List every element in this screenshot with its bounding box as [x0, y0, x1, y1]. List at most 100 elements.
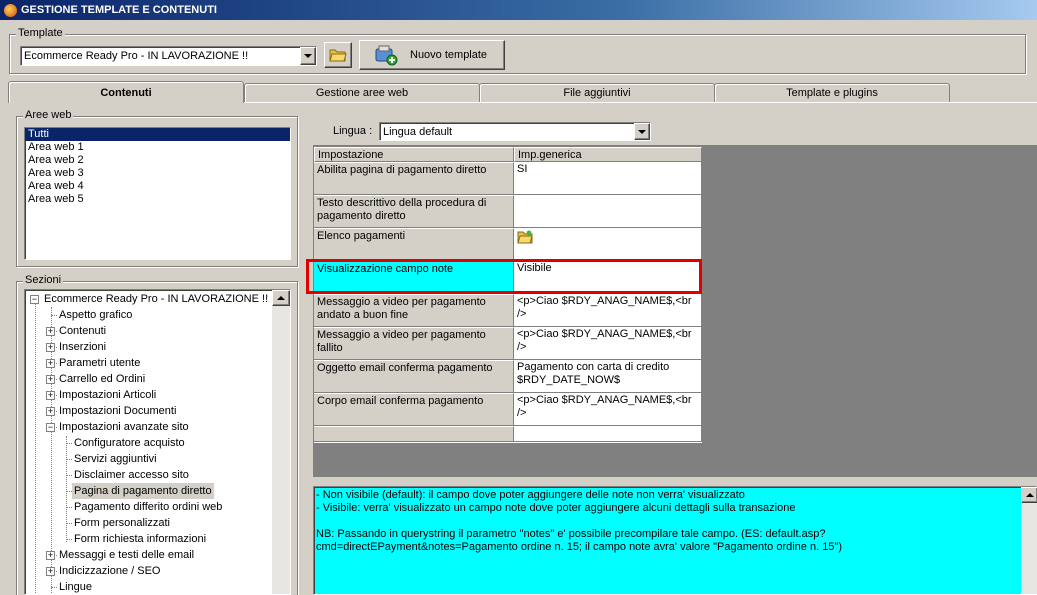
tree-expand-icon[interactable]: + — [46, 391, 55, 400]
settings-grid-area: Impostazione Imp.generica Abilita pagina… — [306, 145, 1037, 477]
grid-value-cell[interactable]: SI — [514, 162, 702, 195]
window-title: GESTIONE TEMPLATE E CONTENUTI — [21, 4, 217, 16]
list-item[interactable]: Area web 5 — [25, 193, 290, 206]
aree-web-list[interactable]: Tutti Area web 1 Area web 2 Area web 3 A… — [24, 127, 291, 260]
grid-value-text: <p>Ciao $RDY_ANAG_NAME$,<br /> — [517, 394, 692, 419]
tree-item-label: Contenuti — [59, 325, 107, 337]
tab-contenuti[interactable]: Contenuti — [8, 81, 244, 103]
tree-item[interactable]: Pagina di pagamento diretto — [25, 483, 270, 499]
tree-item[interactable]: + Impostazioni Documenti — [25, 403, 270, 419]
list-item[interactable]: Area web 4 — [25, 180, 290, 193]
tree-expand-icon[interactable]: + — [46, 407, 55, 416]
sezioni-tree[interactable]: − Ecommerce Ready Pro - IN LAVORAZIONE !… — [24, 289, 291, 595]
grid-value-text: Pagamento con carta di credito $RDY_DATE… — [517, 361, 670, 386]
app-logo-icon — [4, 3, 17, 17]
tree-root[interactable]: − Ecommerce Ready Pro - IN LAVORAZIONE !… — [25, 291, 275, 307]
new-template-button[interactable]: Nuovo template — [359, 40, 505, 70]
grid-key-cell: Testo descrittivo della procedura di pag… — [314, 195, 514, 228]
grid-value-text: SI — [517, 163, 528, 175]
tree-item-label: Form personalizzati — [74, 517, 170, 529]
tree-item[interactable]: Aspetto grafico — [25, 307, 270, 323]
tree-item[interactable]: + Inserzioni — [25, 339, 270, 355]
scroll-up-button[interactable] — [272, 290, 290, 306]
tree-expand-icon[interactable]: + — [46, 359, 55, 368]
tree-item[interactable]: + Impostazioni Articoli — [25, 387, 270, 403]
grid-value-cell[interactable] — [514, 426, 702, 442]
tree-item[interactable]: Pagamento differito ordini web — [25, 499, 270, 515]
grid-header-impostazione[interactable]: Impostazione — [314, 147, 514, 162]
tree-expand-icon[interactable]: + — [46, 327, 55, 336]
grid-value-cell[interactable]: <p>Ciao $RDY_ANAG_NAME$,<br /> — [514, 393, 702, 426]
new-template-label: Nuovo template — [410, 49, 488, 61]
template-select[interactable]: Ecommerce Ready Pro - IN LAVORAZIONE !! — [20, 46, 317, 66]
tab-gestione-aree-web[interactable]: Gestione aree web — [244, 83, 480, 102]
tree-item-label: Servizi aggiuntivi — [74, 453, 157, 465]
tree-item-label: Configuratore acquisto — [74, 437, 185, 449]
tree-item-label: Lingue — [59, 581, 93, 593]
sezioni-scrollbar[interactable] — [272, 290, 290, 594]
list-item[interactable]: Area web 3 — [25, 167, 290, 180]
tree-expand-icon[interactable]: + — [46, 567, 55, 576]
list-item[interactable]: Area web 1 — [25, 141, 290, 154]
tab-file-aggiuntivi[interactable]: File aggiuntivi — [479, 83, 715, 102]
tab-template-e-plugins[interactable]: Template e plugins — [714, 83, 950, 102]
scroll-up-button[interactable] — [1021, 487, 1037, 503]
grid-value-cell[interactable]: <p>Ciao $RDY_ANAG_NAME$,<br /> — [514, 327, 702, 360]
tree-item[interactable]: + Contenuti — [25, 323, 270, 339]
tree-item-label: Disclaimer accesso sito — [74, 469, 189, 481]
grid-header-imp-generica[interactable]: Imp.generica — [514, 147, 702, 162]
description-line: - Non visibile (default): il campo dove … — [316, 489, 745, 501]
grid-value-cell[interactable] — [514, 228, 702, 261]
tree-item-label: Messaggi e testi delle email — [59, 549, 195, 561]
grid-key-cell: Visualizzazione campo note — [314, 261, 514, 294]
grid-value-cell[interactable]: Visibile — [514, 261, 702, 294]
template-select-value: Ecommerce Ready Pro - IN LAVORAZIONE !! — [24, 50, 249, 62]
tree-item-label: Inserzioni — [59, 341, 107, 353]
tree-item[interactable]: + Messaggi e testi delle email — [25, 547, 270, 563]
list-item[interactable]: Area web 2 — [25, 154, 290, 167]
tree-collapse-icon[interactable]: − — [30, 295, 39, 304]
list-item[interactable]: Tutti — [25, 128, 290, 141]
open-folder-button[interactable] — [324, 42, 352, 68]
tree-item[interactable]: − Impostazioni avanzate sito — [25, 419, 270, 435]
title-bar: GESTIONE TEMPLATE E CONTENUTI — [0, 0, 1037, 20]
tree-item[interactable]: Form richiesta informazioni — [25, 531, 270, 547]
chevron-up-icon — [1025, 493, 1034, 497]
grid-value-cell[interactable] — [514, 195, 702, 228]
tree-item[interactable]: Disclaimer accesso sito — [25, 467, 270, 483]
tree-expand-icon[interactable]: + — [46, 343, 55, 352]
tree-item[interactable]: Form personalizzati — [25, 515, 270, 531]
tree-expand-icon[interactable]: + — [46, 551, 55, 560]
grid-value-cell[interactable]: Pagamento con carta di credito $RDY_DATE… — [514, 360, 702, 393]
folder-icon[interactable] — [517, 229, 533, 244]
template-group-label: Template — [16, 27, 65, 39]
description-line — [316, 515, 1021, 528]
tree-item[interactable]: + Carrello ed Ordini — [25, 371, 270, 387]
tree-root-label: Ecommerce Ready Pro - IN LAVORAZIONE !! — [44, 293, 269, 305]
tree-item-label: Impostazioni avanzate sito — [59, 421, 189, 433]
tree-expand-icon[interactable]: + — [46, 375, 55, 384]
tree-item-label: Pagina di pagamento diretto — [72, 483, 214, 499]
tree-item[interactable]: Configuratore acquisto — [25, 435, 270, 451]
tree-item-label: Impostazioni Articoli — [59, 389, 157, 401]
description-line: - Visibile: verra' visualizzato un campo… — [316, 502, 796, 514]
aree-web-label: Aree web — [23, 109, 74, 121]
chevron-down-icon[interactable] — [300, 47, 316, 65]
lingua-select[interactable]: Lingua default — [379, 122, 651, 141]
description-scrollbar[interactable] — [1021, 487, 1037, 594]
grid-value-text: <p>Ciao $RDY_ANAG_NAME$,<br /> — [517, 328, 692, 353]
settings-grid: Impostazione Imp.generica Abilita pagina… — [313, 147, 702, 443]
chevron-down-icon[interactable] — [634, 123, 650, 140]
grid-value-cell[interactable]: <p>Ciao $RDY_ANAG_NAME$,<br /> — [514, 294, 702, 327]
tree-collapse-icon[interactable]: − — [46, 423, 55, 432]
tree-item[interactable]: + Indicizzazione / SEO — [25, 563, 270, 579]
tree-item-label: Carrello ed Ordini — [59, 373, 146, 385]
tab-strip: Contenuti Gestione aree web File aggiunt… — [8, 81, 1037, 103]
tree-item-label: Indicizzazione / SEO — [59, 565, 161, 577]
description-panel: - Non visibile (default): il campo dove … — [313, 486, 1037, 595]
tree-item[interactable]: Lingue — [25, 579, 270, 594]
tree-item-label: Aspetto grafico — [59, 309, 133, 321]
tree-item[interactable]: Servizi aggiuntivi — [25, 451, 270, 467]
tree-item[interactable]: + Parametri utente — [25, 355, 270, 371]
description-text: - Non visibile (default): il campo dove … — [316, 489, 1021, 554]
